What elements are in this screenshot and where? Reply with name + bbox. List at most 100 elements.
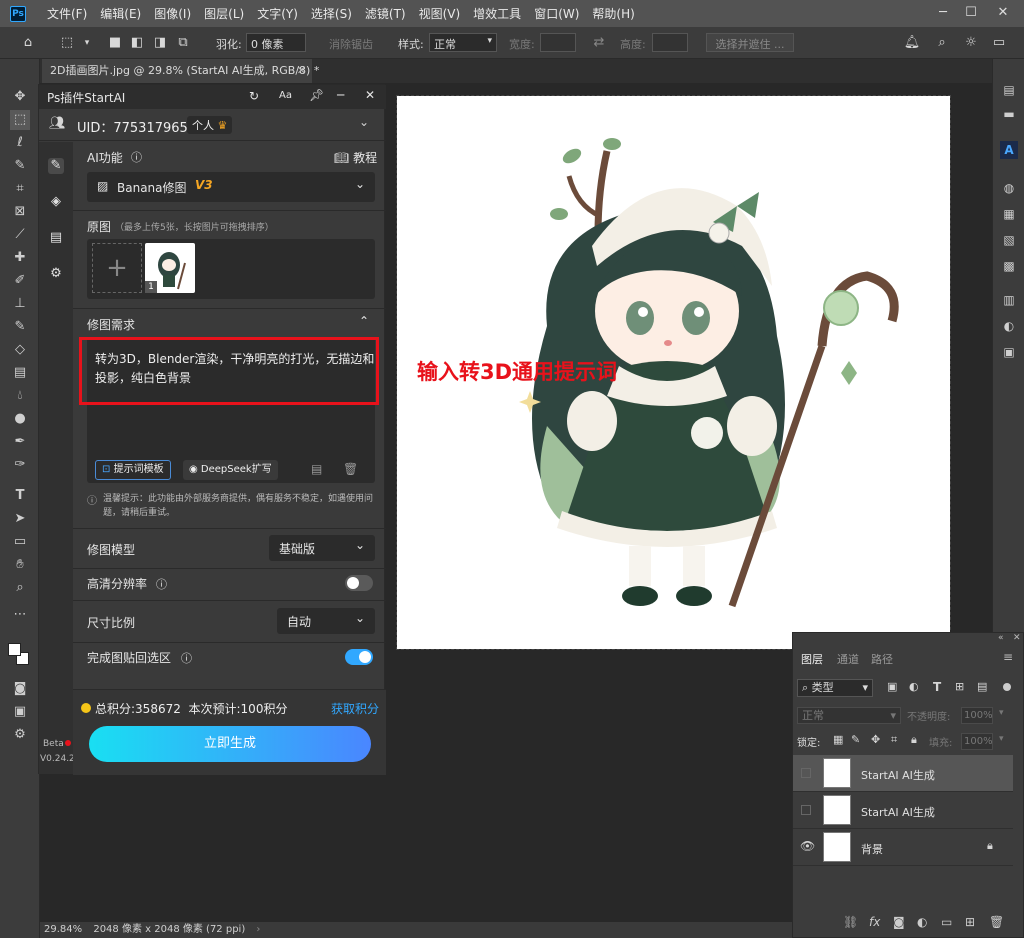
menu-file[interactable]: 文件(F) xyxy=(47,5,87,22)
search-icon[interactable]: ⌕ xyxy=(933,34,951,52)
lock-artboard-icon[interactable]: ⌗ xyxy=(891,733,897,747)
history-icon[interactable]: ▤ xyxy=(311,462,322,476)
menu-layer[interactable]: 图层(L) xyxy=(204,5,244,22)
menu-plugins[interactable]: 增效工具 xyxy=(473,5,521,22)
marquee-preset-icon[interactable]: ⬚ xyxy=(58,34,76,52)
select-and-mask-button[interactable]: 选择并遮住 ... xyxy=(706,33,794,52)
lasso-tool-icon[interactable]: ℓ xyxy=(10,133,30,153)
swap-icon[interactable]: ⇄ xyxy=(590,34,608,52)
eyedropper-tool-icon[interactable]: ⟋ xyxy=(10,225,30,245)
comments-icon[interactable]: ▬ xyxy=(1000,105,1018,123)
fx-icon[interactable]: fx xyxy=(869,915,880,929)
panel-menu-icon[interactable]: ≡ xyxy=(1003,650,1013,664)
opacity-input[interactable]: 100% xyxy=(961,707,993,724)
lock-transparent-icon[interactable]: ▦ xyxy=(833,733,843,746)
add-image-button[interactable]: + xyxy=(92,243,142,293)
minimize-panel-icon[interactable]: ─ xyxy=(337,88,344,102)
settings-nav-icon[interactable]: ⚙ xyxy=(48,266,64,282)
link-layers-icon[interactable]: ⛓ xyxy=(843,915,858,929)
minimize-icon[interactable]: ─ xyxy=(934,4,952,22)
chevron-up-icon[interactable]: ⌃ xyxy=(359,314,369,328)
add-mask-icon[interactable]: ◙ xyxy=(893,915,905,929)
menu-image[interactable]: 图像(I) xyxy=(154,5,191,22)
filter-smart-object-icon[interactable]: ▤ xyxy=(977,680,987,693)
font-size-icon[interactable]: Aa xyxy=(279,90,292,101)
width-input[interactable] xyxy=(540,33,576,52)
tab-layers[interactable]: 图层 xyxy=(801,651,823,667)
marquee-tool-icon[interactable]: ⬚ xyxy=(10,110,30,130)
workspace-icon[interactable]: ▭ xyxy=(990,34,1008,52)
info-icon[interactable]: ⓘ xyxy=(156,576,167,592)
artboard-icon[interactable]: ⚙ xyxy=(10,725,30,745)
more-tools-icon[interactable]: ⋯ xyxy=(10,605,30,625)
pin-icon[interactable]: 📌︎ xyxy=(309,88,324,102)
info-icon[interactable]: ⓘ xyxy=(181,650,192,666)
get-points-link[interactable]: 获取积分 xyxy=(331,700,379,717)
maximize-icon[interactable]: ☐ xyxy=(962,4,980,22)
pen-tool-icon-2[interactable]: ✑ xyxy=(10,455,30,475)
filter-pixel-icon[interactable]: ▣ xyxy=(887,680,897,693)
new-group-icon[interactable]: ▭ xyxy=(941,915,952,929)
menu-edit[interactable]: 编辑(E) xyxy=(100,5,141,22)
chevron-down-icon[interactable]: ▾ xyxy=(999,708,1004,718)
path-select-tool-icon[interactable]: ➤ xyxy=(10,509,30,529)
filter-shape-icon[interactable]: ⊞ xyxy=(955,680,964,693)
properties-icon[interactable]: ▤ xyxy=(1000,81,1018,99)
tutorial-link[interactable]: 📖︎ 教程 xyxy=(334,149,377,166)
document-nav-icon[interactable]: ▤ xyxy=(48,230,64,246)
trash-icon[interactable]: 🗑︎ xyxy=(343,462,358,476)
libraries-icon[interactable]: ▥ xyxy=(1000,291,1018,309)
zoom-tool-icon[interactable]: ⌕ xyxy=(10,578,30,598)
chevron-down-icon[interactable]: ▾ xyxy=(78,34,96,52)
model-select[interactable]: 基础版 ⌄ xyxy=(269,535,375,561)
menu-help[interactable]: 帮助(H) xyxy=(592,5,634,22)
prompt-template-button[interactable]: ⊡ 提示词模板 xyxy=(95,460,171,480)
chevron-down-icon[interactable]: ▾ xyxy=(999,734,1004,744)
adjustments-icon[interactable]: ◐ xyxy=(1000,317,1018,335)
hand-tool-icon[interactable]: ✋︎ xyxy=(10,555,30,575)
intersect-selection-icon[interactable]: ⧉ xyxy=(174,34,192,52)
generate-button[interactable]: 立即生成 xyxy=(89,726,371,762)
close-tab-icon[interactable]: ✕ xyxy=(297,59,306,83)
close-icon[interactable]: ✕ xyxy=(994,4,1012,22)
add-selection-icon[interactable]: ◧ xyxy=(128,34,146,52)
blend-mode-select[interactable]: 正常 ▾ xyxy=(797,707,901,724)
layer-row[interactable]: StartAI AI生成 xyxy=(793,792,1013,829)
layer-row[interactable]: StartAI AI生成 xyxy=(793,755,1013,792)
color-palette-icon[interactable]: ◍ xyxy=(1000,179,1018,197)
layers-nav-icon[interactable]: ◈ xyxy=(48,194,64,210)
prompt-text[interactable]: 转为3D，Blender渲染，干净明亮的打光，无描边和投影，纯白色背景 xyxy=(95,350,375,388)
quick-mask-icon[interactable]: ◙ xyxy=(10,679,30,699)
menu-type[interactable]: 文字(Y) xyxy=(257,5,298,22)
eraser-tool-icon[interactable]: ◇ xyxy=(10,340,30,360)
function-select[interactable]: ▨ Banana修图 V3 ⌄ xyxy=(87,172,375,202)
layer-filter-select[interactable]: ⌕ 类型 ▾ xyxy=(797,679,873,697)
frame-tool-icon[interactable]: ⊠ xyxy=(10,202,30,222)
pen-tool-icon[interactable]: ✒ xyxy=(10,432,30,452)
zoom-level[interactable]: 29.84% xyxy=(44,924,82,935)
foreground-color-swatch[interactable] xyxy=(8,643,21,656)
blur-tool-icon[interactable]: 💧︎ xyxy=(10,386,30,406)
brush-tool-icon[interactable]: ✐ xyxy=(10,271,30,291)
delete-layer-icon[interactable]: 🗑︎ xyxy=(989,915,1004,929)
chevron-down-icon[interactable]: ⌄ xyxy=(359,115,369,129)
type-tool-icon[interactable]: T xyxy=(10,486,30,506)
ratio-select[interactable]: 自动 ⌄ xyxy=(277,608,375,634)
edit-nav-icon[interactable]: ✎ xyxy=(48,158,64,174)
chevron-right-icon[interactable]: › xyxy=(256,924,260,935)
subtract-selection-icon[interactable]: ◨ xyxy=(151,34,169,52)
lock-all-icon[interactable]: 🔒︎ xyxy=(911,733,917,747)
height-input[interactable] xyxy=(652,33,688,52)
lock-pixels-icon[interactable]: ✎ xyxy=(851,733,860,746)
document-tab[interactable]: 2D插画图片.jpg @ 29.8% (StartAI AI生成, RGB/8)… xyxy=(42,59,319,83)
fill-input[interactable]: 100% xyxy=(961,733,993,750)
layer-row[interactable]: 👁︎ 背景 🔒︎ xyxy=(793,829,1013,866)
home-icon[interactable]: ⌂ xyxy=(19,34,37,52)
info-icon[interactable]: ⓘ xyxy=(131,149,142,165)
collapse-icon[interactable]: « xyxy=(998,633,1004,643)
quick-select-tool-icon[interactable]: ✎ xyxy=(10,156,30,176)
paste-back-toggle[interactable] xyxy=(345,649,373,665)
rectangle-tool-icon[interactable]: ▭ xyxy=(10,532,30,552)
filter-type-icon[interactable]: T xyxy=(933,680,941,694)
adjustment-layer-icon[interactable]: ◐ xyxy=(917,915,927,929)
